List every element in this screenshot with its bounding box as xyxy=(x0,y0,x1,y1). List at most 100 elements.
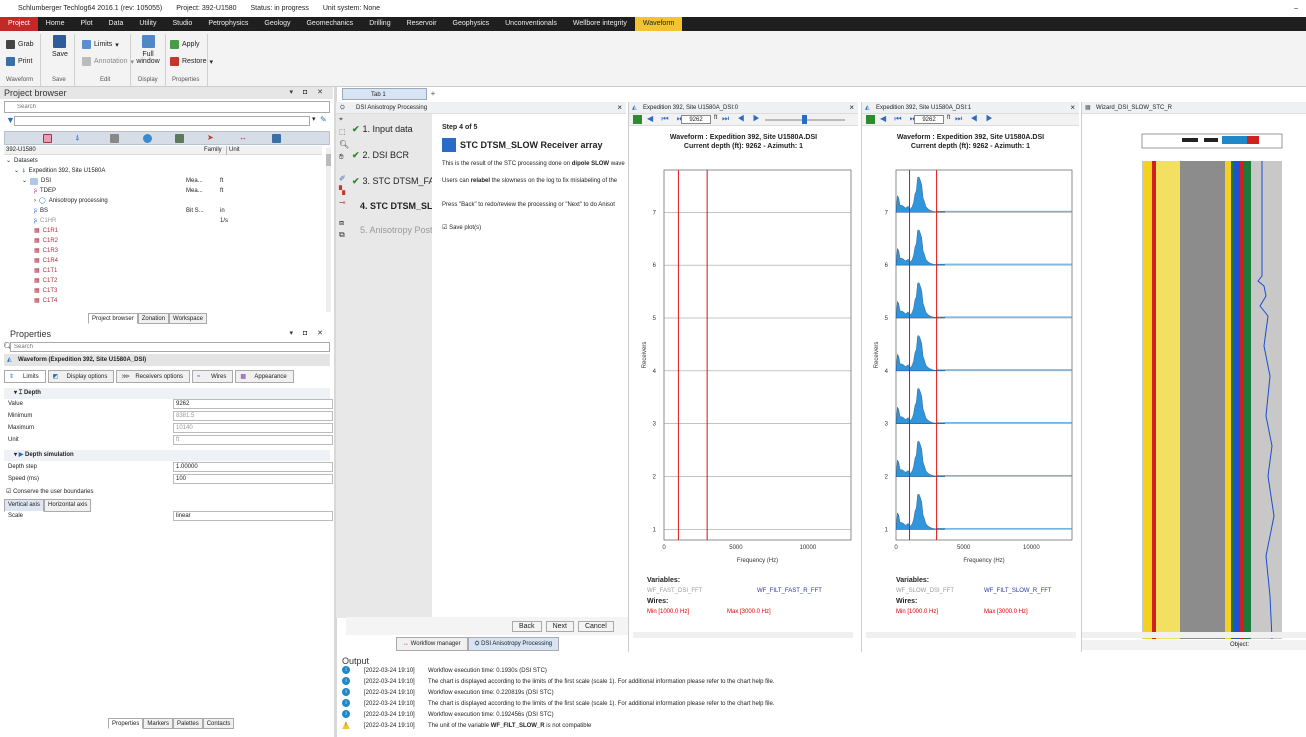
menu-drilling[interactable]: Drilling xyxy=(361,17,398,31)
tree-row[interactable]: ▦ C1T1 xyxy=(34,266,57,276)
marker-icon[interactable]: ▚ xyxy=(339,186,345,195)
panel2-scrollbar[interactable] xyxy=(1082,632,1306,638)
variable-2[interactable]: WF_FILT_FAST_R_FFT xyxy=(757,588,822,594)
tab-project-browser[interactable]: Project browser xyxy=(88,313,138,324)
close-icon[interactable]: × xyxy=(1070,102,1075,114)
clear-filter-icon[interactable]: ✎ xyxy=(320,115,327,124)
panel0-scrollbar[interactable] xyxy=(633,632,853,638)
tab-wires[interactable]: ≈ Wires xyxy=(192,370,234,383)
tree-row[interactable]: ʂ BS Bit S... in xyxy=(34,206,322,216)
tab-contacts[interactable]: Contacts xyxy=(202,718,235,729)
menu-utility[interactable]: Utility xyxy=(131,17,164,31)
select-icon[interactable]: ⬚ xyxy=(339,128,346,136)
variable-2[interactable]: WF_FILT_SLOW_R_FFT xyxy=(984,588,1052,594)
panel-controls[interactable]: ▾ ◘ ✕ xyxy=(290,87,328,99)
tab-zonation[interactable]: Zonation xyxy=(137,313,170,324)
menu-data[interactable]: Data xyxy=(101,17,132,31)
tab-dsi-anisotropy[interactable]: ⛭ DSI Anisotropy Processing xyxy=(467,637,560,651)
filter-input[interactable] xyxy=(14,116,310,126)
menu-geophysics[interactable]: Geophysics xyxy=(445,17,498,31)
tree-row[interactable]: ▦ C1R4 xyxy=(34,256,58,266)
cursor-icon[interactable]: ⌖ xyxy=(339,116,343,124)
panel-controls[interactable]: ▾ ◘ ✕ xyxy=(290,327,328,341)
checkbox-checked-icon[interactable]: ☑ xyxy=(6,489,11,495)
tree-column-unit[interactable]: Unit xyxy=(226,146,240,155)
variable-1[interactable]: WF_SLOW_DSI_FFT xyxy=(896,588,954,594)
wire-min[interactable]: Min [1000.0 Hz] xyxy=(647,609,689,615)
cancel-button[interactable]: Cancel xyxy=(577,621,614,632)
expand-icon[interactable]: ⌄ xyxy=(14,166,19,176)
menu-studio[interactable]: Studio xyxy=(164,17,200,31)
variable-1[interactable]: WF_FAST_DSI_FFT xyxy=(647,588,702,594)
tree-row[interactable]: ⌄ Datasets xyxy=(6,156,38,166)
project-search-input[interactable] xyxy=(4,101,330,113)
tab-limits[interactable]: ⇕ Limits xyxy=(4,370,46,383)
menu-unconventionals[interactable]: Unconventionals xyxy=(497,17,565,31)
workflow-icon[interactable]: ↔ xyxy=(239,133,247,142)
panel1-scrollbar[interactable] xyxy=(866,632,1076,638)
tree-row[interactable]: ▦ C1T4 xyxy=(34,296,57,306)
tab-palettes[interactable]: Palettes xyxy=(173,718,203,729)
full-window-button[interactable]: Full window xyxy=(136,35,160,65)
menu-wellbore-integrity[interactable]: Wellbore integrity xyxy=(565,17,635,31)
annotation-icon[interactable]: ✐ xyxy=(339,174,346,183)
tab-tab1[interactable]: Tab 1 xyxy=(342,88,427,100)
tab-display-options[interactable]: ◩ Display options xyxy=(47,370,115,383)
step-anisotropy-post[interactable]: 5. Anisotropy Post P xyxy=(352,225,441,235)
tree-row[interactable]: ▦ C1T3 xyxy=(34,286,57,296)
menu-geology[interactable]: Geology xyxy=(256,17,298,31)
wire-max[interactable]: Max [3000.0 Hz] xyxy=(984,609,1028,615)
tree-row[interactable]: › ◯ Anisotropy processing xyxy=(34,196,108,206)
filter-dropdown-icon[interactable]: ▾ xyxy=(312,115,316,123)
close-icon[interactable]: × xyxy=(849,102,854,114)
properties-search-input[interactable] xyxy=(10,342,330,352)
minimize-button[interactable]: – xyxy=(1294,0,1298,17)
menu-petrophysics[interactable]: Petrophysics xyxy=(200,17,256,31)
close-icon[interactable]: × xyxy=(617,102,622,114)
scroll-thumb[interactable] xyxy=(326,154,331,166)
depth-input[interactable]: 9262 xyxy=(914,115,944,124)
tree-row[interactable]: ⌄ ⍋ Expedition 392, Site U1580A xyxy=(14,166,105,176)
tree-row[interactable]: ʂ C1HR 1/s xyxy=(34,216,322,226)
grab-button[interactable]: Grab xyxy=(6,40,34,49)
tree-column-family[interactable]: Family xyxy=(204,146,222,155)
expand-icon[interactable]: › xyxy=(34,196,36,206)
tree-row[interactable]: ⌄ DSI Mea... ft xyxy=(22,176,322,186)
globe-icon[interactable] xyxy=(143,134,152,143)
menu-waveform[interactable]: Waveform xyxy=(634,17,683,31)
export-icon[interactable] xyxy=(633,115,642,124)
conserve-row[interactable]: ☑ Conserve the user boundaries xyxy=(6,487,324,498)
next-button[interactable]: Next xyxy=(545,621,574,632)
fit-horizontal-icon[interactable]: ⧉ xyxy=(339,230,345,240)
depth-nav-forward[interactable]: ⏭ ◀ ▶ xyxy=(955,114,996,124)
menu-geomechanics[interactable]: Geomechanics xyxy=(298,17,361,31)
scale-dropdown[interactable]: linear xyxy=(173,511,333,521)
pan-icon[interactable]: ✋︎ xyxy=(339,152,344,162)
add-tab-button[interactable]: + xyxy=(428,88,438,100)
annotation-dropdown[interactable]: Annotation ▾ xyxy=(82,57,134,66)
expand-icon[interactable]: ⌄ xyxy=(22,176,27,186)
step-dsi-bcr[interactable]: ✔ 2. DSI BCR xyxy=(352,150,409,161)
print-button[interactable]: Print xyxy=(6,57,32,66)
wire-min[interactable]: Min [1000.0 Hz] xyxy=(896,609,938,615)
checkbox-checked-icon[interactable]: ☑ xyxy=(442,225,447,231)
save-plots-row[interactable]: ☑ Save plot(s) xyxy=(442,224,481,231)
tab-receivers-options[interactable]: ⋙ Receivers options xyxy=(116,370,191,383)
depth-simulation-group[interactable]: ▾ ▶ Depth simulation xyxy=(4,450,330,461)
depth-nav-forward[interactable]: ⏭ ◀ ▶ xyxy=(722,114,763,124)
table-icon[interactable] xyxy=(110,134,119,143)
dataset-icon[interactable] xyxy=(43,134,52,143)
menu-project[interactable]: Project xyxy=(0,17,38,31)
wire-max[interactable]: Max [3000.0 Hz] xyxy=(727,609,771,615)
tree-row[interactable]: ▦ C1R3 xyxy=(34,246,58,256)
tree-row[interactable]: ʂ TDEP Mea... ft xyxy=(34,186,322,196)
trash-icon[interactable] xyxy=(272,134,281,143)
tree-row[interactable]: ▦ C1T2 xyxy=(34,276,57,286)
depth-group[interactable]: ▾ ⌶ Depth xyxy=(4,388,330,399)
menu-plot[interactable]: Plot xyxy=(72,17,100,31)
back-button[interactable]: Back xyxy=(512,621,542,632)
export-icon[interactable] xyxy=(866,115,875,124)
chart-icon[interactable] xyxy=(175,134,184,143)
step-input-data[interactable]: ✔ 1. Input data xyxy=(352,124,413,135)
tab-workspace[interactable]: Workspace xyxy=(169,313,207,324)
